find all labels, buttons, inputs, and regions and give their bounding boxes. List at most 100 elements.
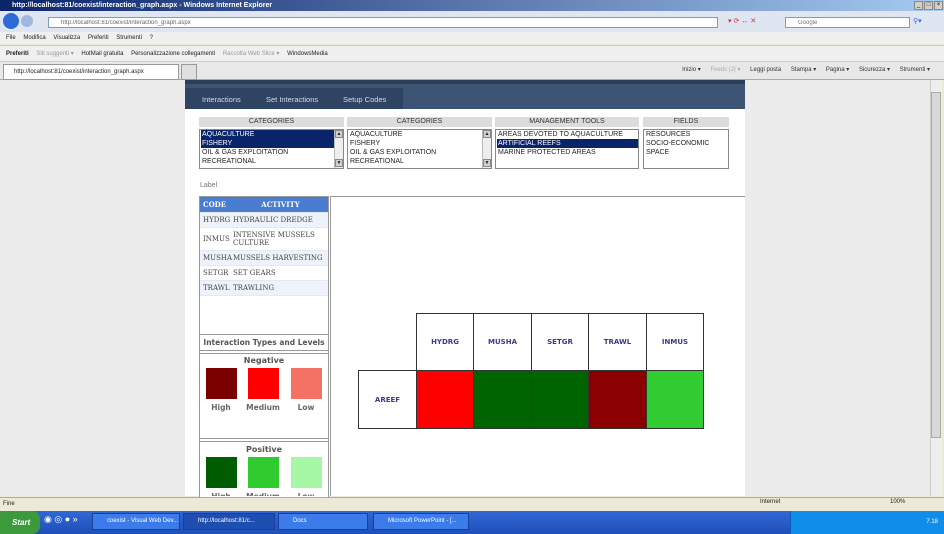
- scrollbar-thumb[interactable]: [931, 92, 941, 438]
- favorites-button[interactable]: Preferiti: [6, 51, 29, 57]
- cmd-home[interactable]: Inizio ▾: [682, 67, 701, 73]
- search-icon[interactable]: ⚲▾: [913, 17, 929, 28]
- taskbar-item-powerpoint[interactable]: Microsoft PowerPoint - [...: [373, 513, 469, 530]
- code-table: CODE ACTIVITY HYDRG HYDRAULIC DREDGE INMUS…: [200, 197, 328, 296]
- taskbar-item-visual-web-dev[interactable]: coexist - Visual Web Dev...: [92, 513, 180, 530]
- browser-tab[interactable]: http://localhost:81/coexist/interaction_…: [3, 64, 179, 80]
- activity-cell: MUSSELS HARVESTING: [233, 254, 323, 262]
- zoom-level[interactable]: 100%: [890, 499, 905, 505]
- nav-tab-set-interactions[interactable]: Set Interactions: [266, 95, 318, 104]
- cmd-page[interactable]: Pagina ▾: [826, 67, 849, 73]
- positive-low-swatch: [291, 457, 322, 488]
- address-input[interactable]: [48, 17, 718, 28]
- cmd-tools[interactable]: Strumenti ▾: [900, 67, 930, 73]
- cmd-read-mail[interactable]: Leggi posta: [750, 67, 781, 73]
- list-option[interactable]: AREAS DEVOTED TO AQUACULTURE: [497, 130, 638, 139]
- cmd-feeds[interactable]: Feeds (J) ▾: [710, 67, 740, 73]
- column-header-setgr[interactable]: SETGR: [531, 313, 589, 371]
- menu-bar: File Modifica Visualizza Preferiti Strum…: [0, 32, 944, 44]
- nav-tab-interactions[interactable]: Interactions: [202, 95, 241, 104]
- categories-header-2: CATEGORIES: [347, 117, 492, 127]
- menu-visualizza[interactable]: Visualizza: [53, 35, 80, 41]
- code-cell: SETGR: [203, 269, 229, 277]
- column-header-inmus[interactable]: INMUS: [646, 313, 704, 371]
- menu-strumenti[interactable]: Strumenti: [116, 35, 142, 41]
- fields-header: FIELDS: [643, 117, 729, 127]
- column-header-musha[interactable]: MUSHA: [473, 313, 532, 371]
- cmd-safety[interactable]: Sicurezza ▾: [859, 67, 890, 73]
- interaction-cell-areef-musha[interactable]: [473, 370, 532, 429]
- interaction-cell-areef-hydrg[interactable]: [416, 370, 474, 429]
- list-option[interactable]: AQUACULTURE: [349, 130, 491, 139]
- list-option[interactable]: SOCIO-ECONOMIC: [645, 139, 728, 148]
- categories-list-2[interactable]: AQUACULTURE FISHERY OIL & GAS EXPLOITATI…: [347, 129, 492, 169]
- maximize-button[interactable]: □: [924, 1, 933, 10]
- command-bar: Inizio ▾ Feeds (J) ▾ Leggi posta Stampa …: [674, 66, 930, 73]
- system-tray: 7.18: [790, 511, 944, 534]
- new-tab-button[interactable]: [181, 64, 197, 80]
- list-scrollbar[interactable]: ▲ ▼: [482, 130, 491, 168]
- quick-launch-icons[interactable]: ◉ ◎ ● »: [44, 514, 94, 530]
- code-cell: TRAWL: [203, 284, 230, 292]
- fav-customize-links[interactable]: Personalizzazione collegamenti: [131, 51, 215, 57]
- list-option[interactable]: MARINE PROTECTED AREAS: [497, 148, 638, 157]
- column-header-hydrg[interactable]: HYDRG: [416, 313, 474, 371]
- code-cell: INMUS: [203, 235, 230, 243]
- activity-cell: HYDRAULIC DREDGE: [233, 216, 313, 224]
- menu-preferiti[interactable]: Preferiti: [88, 35, 109, 41]
- list-option[interactable]: ARTIFICIAL REEFS: [497, 139, 638, 148]
- activity-column-header: ACTIVITY: [261, 200, 300, 209]
- fav-web-slice[interactable]: Raccolta Web Slice ▾: [223, 51, 280, 57]
- list-option[interactable]: AQUACULTURE: [201, 130, 343, 139]
- management-tools-list[interactable]: AREAS DEVOTED TO AQUACULTURE ARTIFICIAL …: [495, 129, 639, 169]
- legend-title: Interaction Types and Levels: [199, 334, 329, 351]
- taskbar-item-docs[interactable]: Docs: [278, 513, 368, 530]
- list-option[interactable]: FISHERY: [201, 139, 343, 148]
- fav-windows-media[interactable]: WindowsMedia: [287, 51, 328, 57]
- positive-low-label: Low: [286, 492, 326, 496]
- list-option[interactable]: OIL & GAS EXPLOITATION: [349, 148, 491, 157]
- negative-title: Negative: [243, 356, 285, 365]
- interaction-cell-areef-inmus[interactable]: [646, 370, 704, 429]
- table-row: TRAWL TRAWLING: [200, 281, 328, 296]
- menu-file[interactable]: File: [6, 35, 16, 41]
- list-option[interactable]: OIL & GAS EXPLOITATION: [201, 148, 343, 157]
- fav-suggested-sites[interactable]: Siti suggeriti ▾: [36, 51, 73, 57]
- cmd-print[interactable]: Stampa ▾: [791, 67, 816, 73]
- menu-help[interactable]: ?: [150, 35, 153, 41]
- positive-title: Positive: [245, 445, 283, 454]
- negative-high-swatch: [206, 368, 237, 399]
- favorites-bar: Preferiti Siti suggeriti ▾ HotMail gratu…: [0, 45, 944, 61]
- negative-medium-label: Medium: [246, 403, 280, 412]
- close-button[interactable]: ×: [934, 1, 943, 10]
- fav-hotmail[interactable]: HotMail gratuita: [81, 51, 123, 57]
- negative-low-label: Low: [297, 403, 315, 412]
- categories-list-1[interactable]: AQUACULTURE FISHERY OIL & GAS EXPLOITATI…: [199, 129, 344, 169]
- list-option[interactable]: RECREATIONAL: [349, 157, 491, 166]
- start-button[interactable]: Start: [0, 511, 40, 534]
- list-option[interactable]: SPACE: [645, 148, 728, 157]
- list-option[interactable]: RECREATIONAL: [201, 157, 343, 166]
- nav-tab-setup-codes[interactable]: Setup Codes: [343, 95, 386, 104]
- refresh-stop-icons[interactable]: ▾ ⟳ ↔ ✕: [728, 17, 778, 28]
- search-input[interactable]: [785, 17, 910, 28]
- back-button[interactable]: [3, 13, 19, 29]
- taskbar-item-browser[interactable]: http://localhost:81/c...: [183, 513, 275, 530]
- list-option[interactable]: FISHERY: [349, 139, 491, 148]
- menu-modifica[interactable]: Modifica: [23, 35, 45, 41]
- table-row: INMUS INTENSIVE MUSSELS CULTURE: [200, 228, 328, 251]
- fields-list[interactable]: RESOURCES SOCIO-ECONOMIC SPACE: [643, 129, 729, 169]
- list-option[interactable]: RESOURCES: [645, 130, 728, 139]
- activity-cell: INTENSIVE MUSSELS CULTURE: [233, 231, 315, 247]
- interaction-cell-areef-setgr[interactable]: [531, 370, 589, 429]
- row-header-areef[interactable]: AREEF: [358, 370, 417, 429]
- label-text: Label: [200, 182, 218, 189]
- table-header: CODE ACTIVITY: [200, 197, 328, 213]
- code-column-header: CODE: [203, 200, 227, 209]
- list-scrollbar[interactable]: ▲ ▼: [334, 130, 343, 168]
- table-row: MUSHA MUSSELS HARVESTING: [200, 251, 328, 266]
- column-header-trawl[interactable]: TRAWL: [588, 313, 647, 371]
- interaction-cell-areef-trawl[interactable]: [588, 370, 647, 429]
- forward-button[interactable]: [21, 15, 33, 27]
- minimize-button[interactable]: _: [914, 1, 923, 10]
